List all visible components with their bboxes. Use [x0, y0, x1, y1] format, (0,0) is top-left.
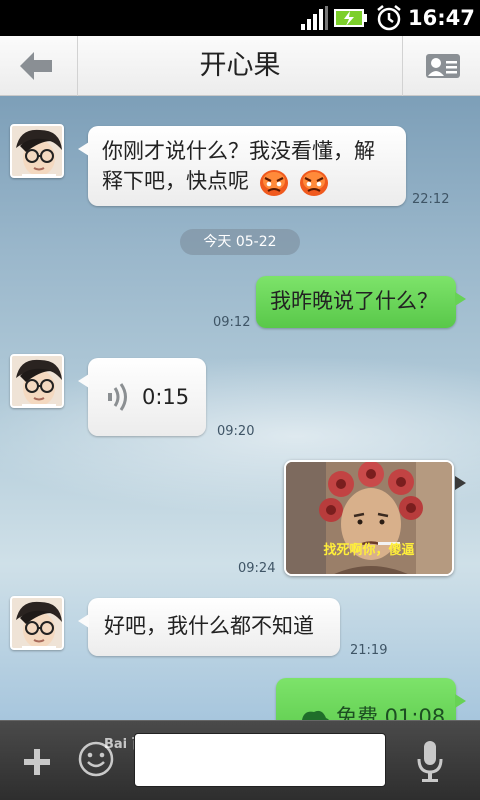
contact-card-icon	[426, 54, 460, 78]
title-bar: 开心果	[0, 36, 480, 96]
status-time: 16:47	[408, 6, 475, 30]
back-arrow-icon	[20, 52, 52, 80]
contact-avatar[interactable]	[10, 354, 64, 408]
call-duration: 免费 01:08	[336, 705, 446, 720]
voice-message-bubble[interactable]: 0:15	[78, 358, 206, 436]
message-bubble-incoming[interactable]: 你刚才说什么？我没看懂，解 释下吧，快点呢	[78, 126, 406, 206]
message-text-line2: 释下吧，快点呢	[102, 166, 392, 197]
free-call-icon	[302, 710, 330, 720]
back-button[interactable]	[0, 36, 78, 96]
message-bubble-incoming[interactable]: 好吧，我什么都不知道	[78, 598, 340, 656]
photo-thumbnail	[286, 462, 452, 574]
image-bubble-tail	[455, 476, 466, 490]
signal-icon	[301, 6, 328, 30]
date-separator: 今天 05-22	[180, 229, 300, 255]
input-bar: Bai 百科	[0, 720, 480, 800]
message-input[interactable]	[134, 733, 386, 787]
contact-avatar[interactable]	[10, 596, 64, 650]
image-message[interactable]: 找死啊你，傻逼	[284, 460, 454, 576]
message-text: 你刚才说什么？我没看懂，解	[102, 139, 375, 163]
angry-face-icon	[259, 170, 288, 196]
message-time: 09:12	[213, 315, 251, 330]
message-time: 09:20	[217, 424, 255, 439]
microphone-icon[interactable]	[416, 739, 444, 783]
angry-face-icon	[300, 170, 329, 196]
message-time: 22:12	[412, 192, 450, 207]
message-bubble-outgoing[interactable]: 我昨晚说了什么？	[256, 276, 466, 328]
voice-duration: 0:15	[142, 385, 190, 409]
photo-caption: 找死啊你，傻逼	[323, 543, 415, 558]
contact-avatar[interactable]	[10, 124, 64, 178]
message-text: 好吧，我什么都不知道	[104, 614, 314, 638]
message-time: 21:19	[350, 643, 388, 658]
chat-area[interactable]: 你刚才说什么？我没看懂，解 释下吧，快点呢 22:12 今天 05-22 我昨晚…	[0, 96, 480, 720]
message-time: 09:24	[238, 561, 276, 576]
call-record-bubble[interactable]: 免费 01:08	[276, 678, 466, 720]
chat-title: 开心果	[199, 50, 281, 81]
message-text: 我昨晚说了什么？	[270, 289, 438, 313]
plus-icon[interactable]	[18, 743, 56, 781]
voice-wave-icon	[108, 383, 127, 411]
battery-charging-icon	[334, 9, 367, 27]
profile-button[interactable]	[402, 36, 480, 96]
alarm-icon	[377, 5, 401, 31]
status-bar: 16:47	[0, 0, 480, 36]
